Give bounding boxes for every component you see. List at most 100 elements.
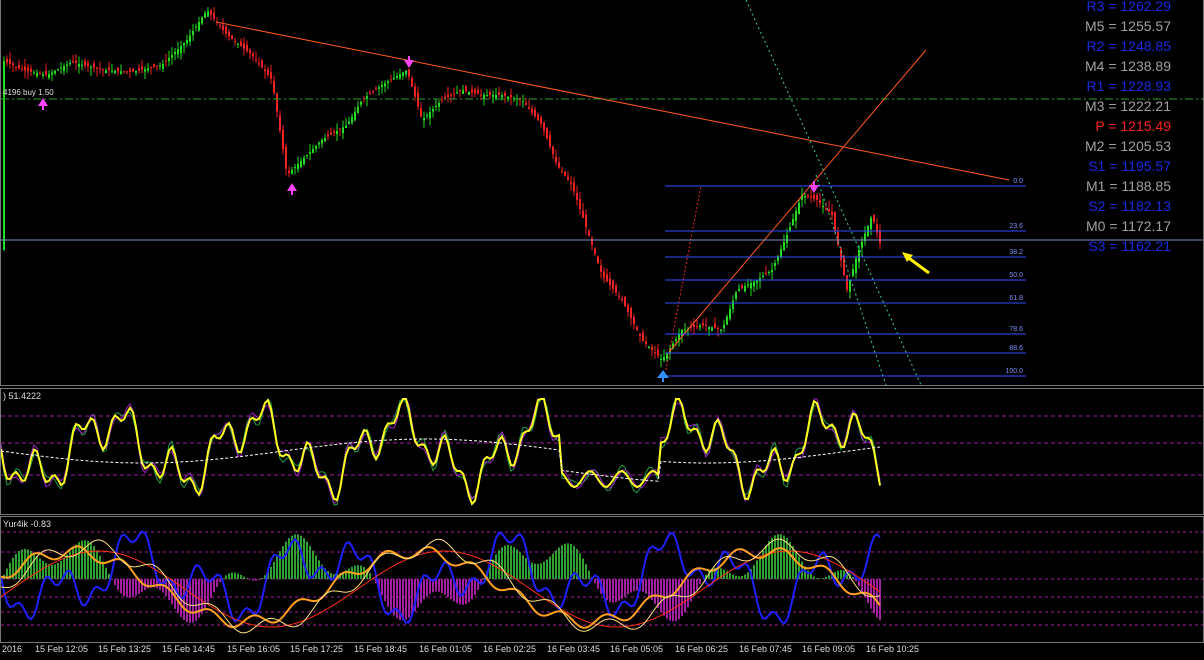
candle [816,193,818,207]
candle [39,70,41,75]
pivot-level-2: R2 = 1248.85 [1086,38,1171,54]
candle [471,85,473,98]
candle [141,60,143,74]
buy-arrow-icon [38,98,297,195]
candle [24,58,26,79]
candle [543,121,545,136]
time-tick-label: 15 Feb 17:25 [290,644,344,654]
candle [93,60,95,73]
candle [630,306,632,326]
candle [258,57,260,68]
candle [585,209,587,235]
candle [195,23,197,32]
candle [393,70,395,81]
candle [192,23,194,41]
candle [42,71,44,79]
candle [33,70,35,75]
candle [6,55,8,67]
candle [459,89,461,97]
candle [726,314,728,325]
candle [60,62,62,74]
candle [714,317,716,329]
candle [450,93,452,104]
pivot-level-4: R1 = 1228.93 [1086,78,1171,94]
fibonacci-retracement[interactable]: 0.0 23.6 38.2 50.0 61.8 78.6 88.6 100.0 [665,178,1026,377]
candle [27,64,29,79]
candle [219,23,221,30]
candle [156,65,158,71]
candle [576,185,578,206]
candle [537,112,539,122]
candle [588,228,590,237]
candle [54,69,56,76]
candle [72,54,74,64]
candlestick-series [3,6,881,368]
pivot-level-6: P = 1215.49 [1095,118,1171,134]
candle [615,283,617,296]
pivot-level-1: M5 = 1255.57 [1084,18,1171,34]
fib-anchor-line[interactable] [665,185,702,371]
candle [114,69,116,74]
histogram-indicator-canvas[interactable] [1,517,1203,642]
resistance-trendline[interactable] [215,21,1010,181]
time-tick-label: 16 Feb 01:05 [419,644,473,654]
candle [492,90,494,104]
candle [96,66,98,77]
candle [768,270,770,276]
candle [549,130,551,149]
candle [441,96,443,104]
candle [240,38,242,47]
candle [663,349,665,362]
candle [330,127,332,136]
candle [90,64,92,76]
candle [855,255,857,279]
candle [699,323,701,331]
candle [624,296,626,308]
candle [351,113,353,126]
candle [600,259,602,279]
candle [369,90,371,95]
candle [750,279,752,297]
candle [486,89,488,97]
histogram-indicator-pane[interactable]: Yur4ik -0.83 [0,516,1204,643]
candle [783,234,785,251]
fib-level-label: 0.0 [1013,178,1023,185]
candle [849,279,851,299]
fib-level-label: 78.6 [1009,326,1023,333]
candle [873,214,875,224]
candle [555,149,557,166]
candle [159,62,161,71]
candle [129,67,131,79]
candle [372,89,374,95]
time-axis: 2016 15 Feb 12:05 15 Feb 13:25 15 Feb 14:45… [0,642,1204,660]
candle [633,313,635,330]
candle [489,89,491,100]
channel-line-upper[interactable] [745,0,922,385]
candle [798,199,800,215]
time-tick-label: 16 Feb 07:45 [739,644,793,654]
candle [84,58,86,69]
fib-level-label: 38.2 [1009,249,1023,256]
candle [210,8,212,21]
candle [132,67,134,72]
rising-trendline[interactable] [668,49,927,353]
price-chart-pane[interactable]: 0.0 23.6 38.2 50.0 61.8 78.6 88.6 100.0 4196 bu… [0,0,1204,386]
candle [318,141,320,149]
histogram-indicator-label: Yur4ik -0.83 [3,519,52,529]
candle [564,170,566,177]
pivot-level-3: M4 = 1238.89 [1084,58,1171,74]
time-tick-label: 2016 [2,644,23,654]
pivot-level-10: S2 = 1182.13 [1088,198,1171,214]
candle [162,59,164,73]
rsi-indicator-pane[interactable]: ) 51.4222 [0,388,1204,515]
price-chart-canvas[interactable]: 0.0 23.6 38.2 50.0 61.8 78.6 88.6 100.0 [1,0,1203,385]
rsi-indicator-canvas[interactable] [1,389,1203,514]
candle [390,74,392,84]
time-tick-label: 16 Feb 05:05 [610,644,664,654]
candle [375,86,377,91]
candle [594,247,596,256]
candle [828,201,830,213]
candle [720,328,722,334]
candle [819,193,821,208]
candle [603,267,605,283]
